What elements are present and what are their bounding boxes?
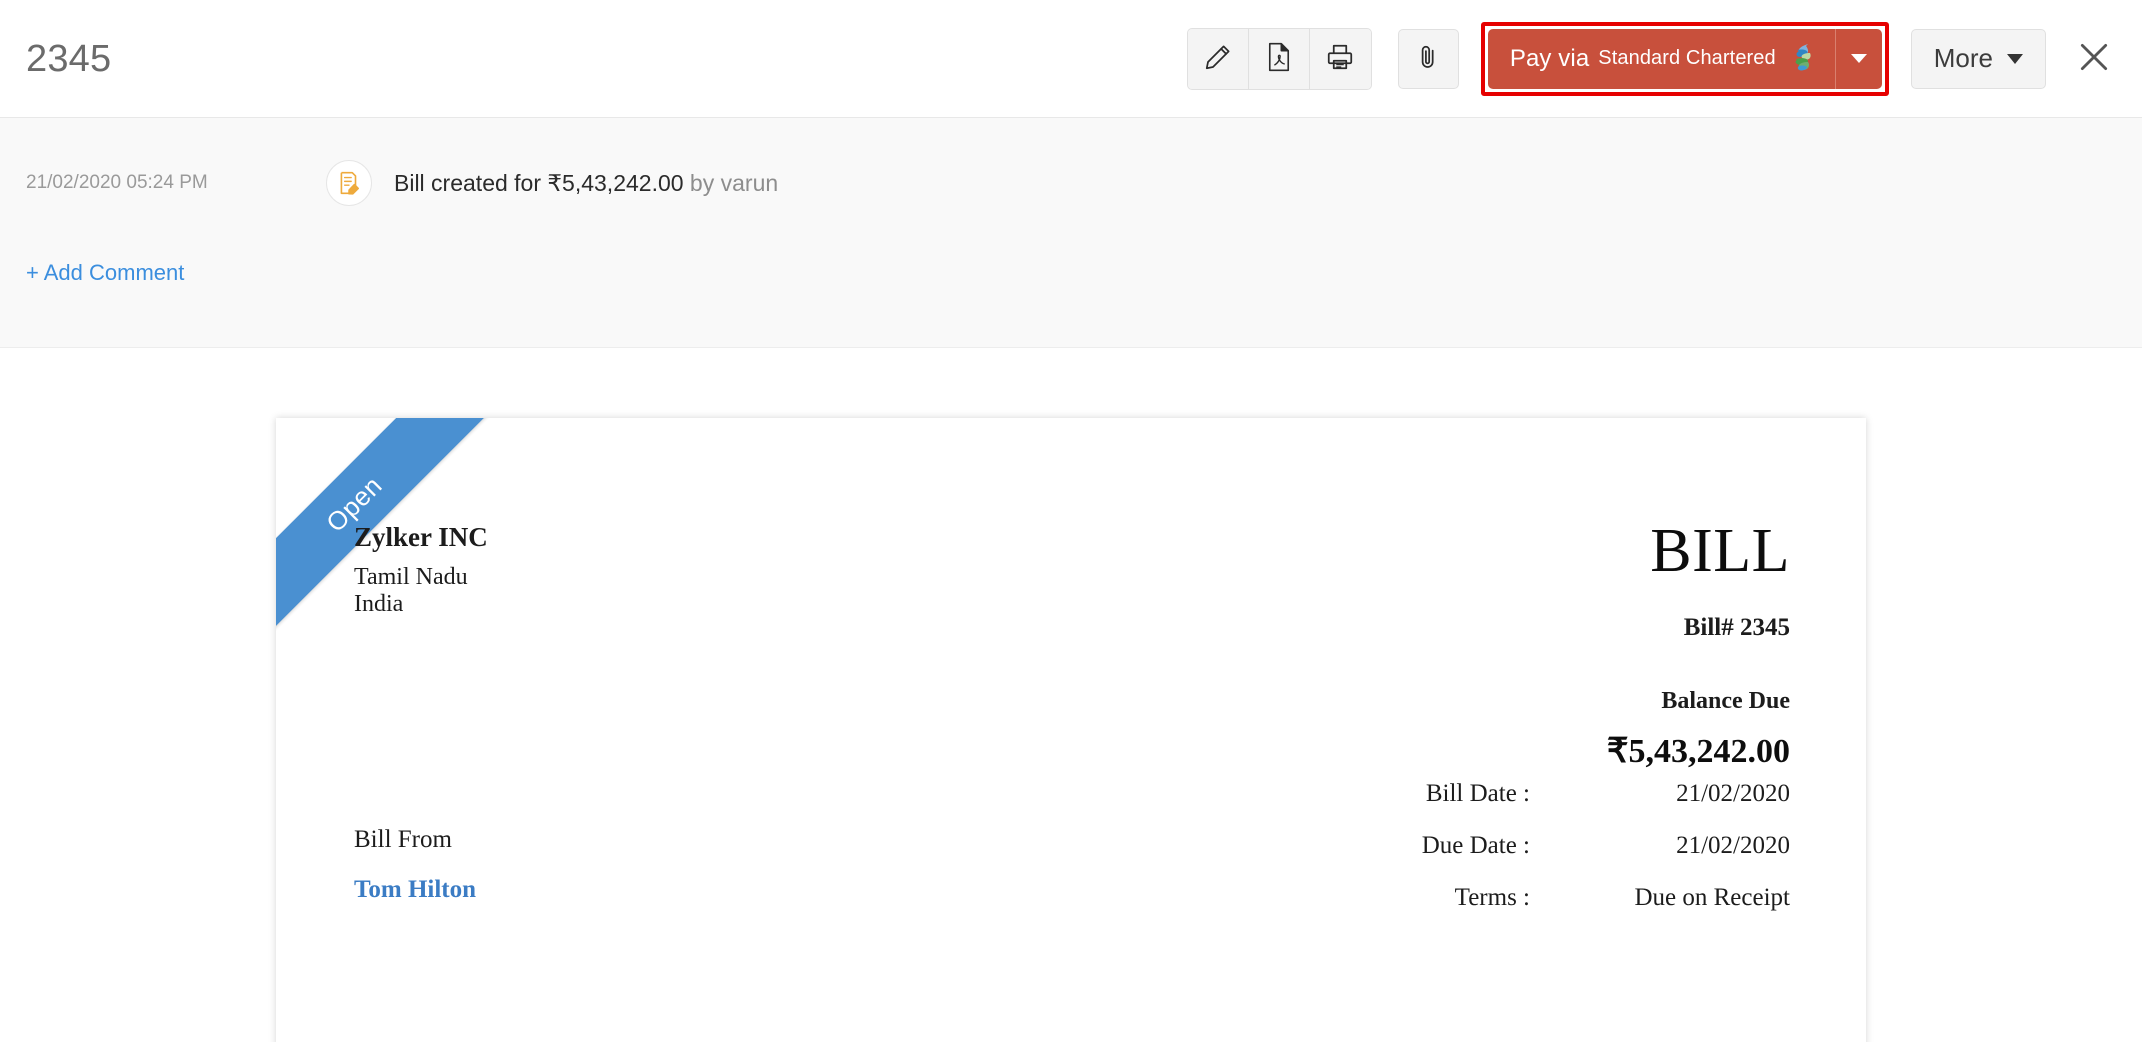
activity-description: Bill created for ₹5,43,242.00 by varun — [394, 170, 778, 197]
more-button[interactable]: More — [1910, 28, 2046, 89]
terms-value: Due on Receipt — [1634, 884, 1790, 911]
print-button[interactable] — [1309, 28, 1371, 89]
printer-icon — [1325, 42, 1355, 75]
pay-via-dropdown-button[interactable] — [1834, 28, 1882, 89]
pay-via-split-button: Pay via Standard Chartered — [1487, 28, 1882, 89]
pay-via-highlight-ring: Pay via Standard Chartered — [1480, 21, 1889, 96]
bill-from-label: Bill From — [354, 826, 452, 853]
activity-text-prefix: Bill created for — [394, 169, 548, 196]
bill-meta-table: Bill Date : 21/02/2020 Due Date : 21/02/… — [1250, 768, 1790, 924]
vendor-address-line2: India — [354, 590, 404, 617]
bill-date-label: Bill Date : — [1425, 780, 1530, 807]
table-row: Due Date : 21/02/2020 — [1250, 820, 1790, 872]
pay-via-button[interactable]: Pay via Standard Chartered — [1487, 28, 1835, 89]
bill-header-row: Zylker INC Tamil Nadu India BILL Bill# 2… — [354, 517, 1790, 771]
table-row: Bill Date : 21/02/2020 — [1250, 768, 1790, 820]
due-date-value: 21/02/2020 — [1676, 832, 1790, 859]
pencil-icon — [1203, 42, 1233, 75]
standard-chartered-logo — [1788, 41, 1818, 76]
vendor-block: Zylker INC Tamil Nadu India — [354, 522, 488, 618]
activity-amount: ₹5,43,242.00 — [547, 169, 684, 196]
chevron-down-icon — [2007, 53, 2023, 64]
activity-entry: 21/02/2020 05:24 PM Bill created for ₹5,… — [26, 118, 2116, 206]
more-button-label: More — [1933, 43, 1993, 73]
vendor-name: Zylker INC — [354, 522, 488, 552]
bill-date-value: 21/02/2020 — [1676, 780, 1790, 807]
pdf-file-icon — [1265, 42, 1293, 75]
paperclip-icon — [1414, 43, 1442, 74]
activity-timestamp: 21/02/2020 05:24 PM — [26, 172, 208, 193]
activity-author: by varun — [683, 169, 779, 196]
page-header: 2345 Pay via Standard Chartered More — [0, 0, 2142, 118]
table-row: Terms : Due on Receipt — [1250, 872, 1790, 924]
header-actions: Pay via Standard Chartered More — [1186, 21, 2120, 96]
edit-bill-button[interactable] — [1187, 28, 1249, 89]
bill-content: Zylker INC Tamil Nadu India BILL Bill# 2… — [276, 418, 1866, 1042]
page-title: 2345 — [26, 37, 112, 80]
balance-due-amount: ₹5,43,242.00 — [1606, 732, 1790, 770]
attachments-button[interactable] — [1397, 28, 1459, 89]
bill-from-block: Bill From Tom Hilton — [354, 826, 476, 904]
pay-via-bank-name: Standard Chartered — [1598, 47, 1776, 69]
document-edit-icon — [326, 160, 372, 206]
vendor-address-line1: Tamil Nadu — [354, 564, 468, 590]
document-action-button-group — [1186, 27, 1372, 90]
due-date-label: Due Date : — [1421, 832, 1530, 859]
bill-document-card: Open Zylker INC Tamil Nadu India BILL Bi… — [276, 418, 1866, 1042]
download-pdf-button[interactable] — [1248, 28, 1310, 89]
balance-due-label: Balance Due — [1661, 687, 1790, 714]
close-button[interactable] — [2068, 33, 2120, 85]
document-preview-area: Open Zylker INC Tamil Nadu India BILL Bi… — [0, 348, 2142, 1042]
terms-label: Terms : — [1454, 884, 1530, 911]
bill-title: BILL — [1650, 517, 1790, 585]
close-x-icon — [2074, 37, 2114, 80]
activity-section: 21/02/2020 05:24 PM Bill created for ₹5,… — [0, 118, 2142, 348]
bill-from-vendor-link[interactable]: Tom Hilton — [354, 876, 476, 904]
add-comment-button[interactable]: + Add Comment — [26, 260, 184, 286]
bill-summary-block: BILL Bill# 2345 Balance Due ₹5,43,242.00 — [1606, 517, 1790, 771]
chevron-down-icon — [1850, 54, 1867, 63]
pay-via-label: Pay via — [1509, 44, 1590, 72]
bill-number-label: Bill# 2345 — [1683, 613, 1790, 641]
